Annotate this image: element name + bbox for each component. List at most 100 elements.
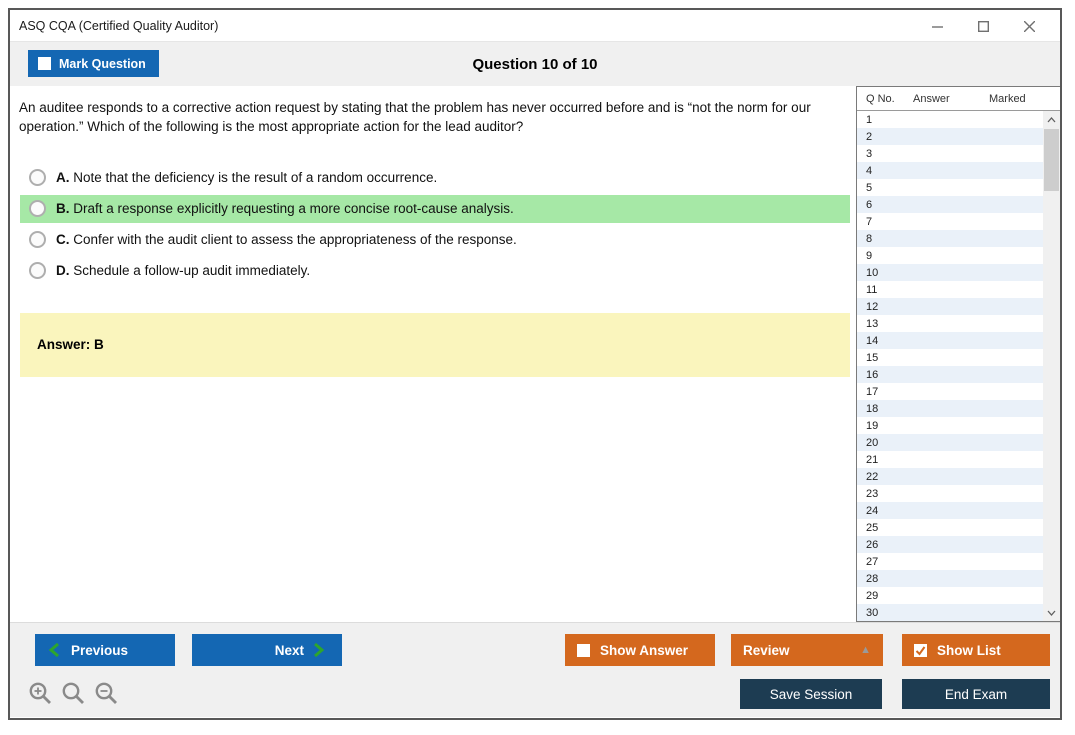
radio-icon[interactable] xyxy=(29,231,46,249)
list-item[interactable]: 19 xyxy=(857,417,1043,434)
q-no-cell: 2 xyxy=(866,130,873,143)
q-no-cell: 11 xyxy=(866,283,878,296)
option-c-label: C. Confer with the audit client to asses… xyxy=(56,232,517,248)
list-item[interactable]: 20 xyxy=(857,434,1043,451)
scrollbar-thumb[interactable] xyxy=(1044,129,1059,191)
q-no-cell: 29 xyxy=(866,589,879,602)
list-item[interactable]: 14 xyxy=(857,332,1043,349)
close-button[interactable] xyxy=(1006,11,1052,41)
list-item[interactable]: 18 xyxy=(857,400,1043,417)
zoom-controls xyxy=(28,681,120,707)
close-icon xyxy=(1023,20,1035,32)
list-item[interactable]: 24 xyxy=(857,502,1043,519)
chevron-left-icon xyxy=(49,642,59,658)
list-item[interactable]: 26 xyxy=(857,536,1043,553)
list-item[interactable]: 11 xyxy=(857,281,1043,298)
list-item[interactable]: 30 xyxy=(857,604,1043,621)
mark-question-checkbox[interactable] xyxy=(38,57,51,70)
show-answer-checkbox[interactable] xyxy=(577,643,590,657)
list-item[interactable]: 5 xyxy=(857,179,1043,196)
list-item[interactable]: 3 xyxy=(857,145,1043,162)
question-counter: Question 10 of 10 xyxy=(472,55,598,73)
window-controls xyxy=(914,10,1052,42)
show-answer-button[interactable]: Show Answer xyxy=(565,634,715,666)
list-item[interactable]: 15 xyxy=(857,349,1043,366)
list-item[interactable]: 23 xyxy=(857,485,1043,502)
question-list-scrollbar[interactable] xyxy=(1043,111,1060,621)
show-answer-label: Show Answer xyxy=(600,642,689,658)
q-no-cell: 22 xyxy=(866,470,879,483)
review-label: Review xyxy=(743,642,790,658)
option-a[interactable]: A. Note that the deficiency is the resul… xyxy=(20,164,850,192)
options-list: A. Note that the deficiency is the resul… xyxy=(10,164,856,285)
q-no-cell: 3 xyxy=(866,147,873,160)
list-item[interactable]: 2 xyxy=(857,128,1043,145)
radio-icon[interactable] xyxy=(29,262,46,280)
q-no-cell: 30 xyxy=(866,606,879,619)
zoom-in-icon[interactable] xyxy=(28,681,54,707)
list-item[interactable]: 7 xyxy=(857,213,1043,230)
q-no-cell: 23 xyxy=(866,487,879,500)
q-no-cell: 12 xyxy=(866,300,879,313)
list-item[interactable]: 17 xyxy=(857,383,1043,400)
option-d[interactable]: D. Schedule a follow-up audit immediatel… xyxy=(20,257,850,285)
list-item[interactable]: 6 xyxy=(857,196,1043,213)
review-dropdown[interactable]: Review ▲ xyxy=(731,634,883,666)
header-strip: Mark Question Question 10 of 10 xyxy=(10,42,1060,86)
title-bar: ASQ CQA (Certified Quality Auditor) xyxy=(10,10,1060,42)
next-label: Next xyxy=(274,642,304,658)
q-no-cell: 9 xyxy=(866,249,873,262)
q-no-cell: 28 xyxy=(866,572,879,585)
list-item[interactable]: 13 xyxy=(857,315,1043,332)
previous-button[interactable]: Previous xyxy=(35,634,175,666)
list-item[interactable]: 29 xyxy=(857,587,1043,604)
option-b[interactable]: B. Draft a response explicitly requestin… xyxy=(20,194,850,223)
previous-label: Previous xyxy=(71,642,129,658)
q-no-cell: 1 xyxy=(866,113,873,126)
question-list-body-wrap: 1 2 3 4 5 6 7 8 9 10 11 12 13 14 15 16 17 18 19 20 21 22 23 24 2… xyxy=(857,111,1060,621)
list-item[interactable]: 12 xyxy=(857,298,1043,315)
next-button[interactable]: Next xyxy=(192,634,342,666)
q-no-cell: 25 xyxy=(866,521,879,534)
scroll-up-button[interactable] xyxy=(1043,111,1060,128)
list-item[interactable]: 10 xyxy=(857,264,1043,281)
option-c[interactable]: C. Confer with the audit client to asses… xyxy=(20,226,850,254)
chevron-up-icon xyxy=(1047,116,1056,122)
zoom-out-icon[interactable] xyxy=(94,681,120,707)
list-item[interactable]: 1 xyxy=(857,111,1043,128)
end-exam-button[interactable]: End Exam xyxy=(902,679,1050,709)
list-item[interactable]: 21 xyxy=(857,451,1043,468)
maximize-button[interactable] xyxy=(960,11,1006,41)
show-list-checkbox[interactable] xyxy=(914,643,927,657)
column-header-marked: Marked xyxy=(989,92,1026,105)
chevron-right-icon xyxy=(314,642,324,658)
q-no-cell: 4 xyxy=(866,164,873,177)
q-no-cell: 18 xyxy=(866,402,879,415)
zoom-reset-icon[interactable] xyxy=(61,681,87,707)
triangle-up-icon: ▲ xyxy=(860,644,871,656)
q-no-cell: 27 xyxy=(866,555,879,568)
list-item[interactable]: 28 xyxy=(857,570,1043,587)
scroll-down-button[interactable] xyxy=(1043,604,1060,621)
show-list-button[interactable]: Show List xyxy=(902,634,1050,666)
question-list-header: Q No. Answer Marked xyxy=(857,87,1060,111)
end-exam-label: End Exam xyxy=(944,686,1008,702)
radio-icon[interactable] xyxy=(29,169,46,187)
list-item[interactable]: 27 xyxy=(857,553,1043,570)
list-item[interactable]: 4 xyxy=(857,162,1043,179)
radio-icon[interactable] xyxy=(29,200,46,218)
list-item[interactable]: 25 xyxy=(857,519,1043,536)
save-session-button[interactable]: Save Session xyxy=(740,679,882,709)
list-item[interactable]: 9 xyxy=(857,247,1043,264)
list-item[interactable]: 22 xyxy=(857,468,1043,485)
q-no-cell: 5 xyxy=(866,181,873,194)
mark-question-button[interactable]: Mark Question xyxy=(28,50,159,77)
minimize-button[interactable] xyxy=(914,11,960,41)
show-list-label: Show List xyxy=(937,642,1001,658)
q-no-cell: 24 xyxy=(866,504,879,517)
q-no-cell: 26 xyxy=(866,538,879,551)
q-no-cell: 17 xyxy=(866,385,879,398)
list-item[interactable]: 16 xyxy=(857,366,1043,383)
q-no-cell: 15 xyxy=(866,351,879,364)
list-item[interactable]: 8 xyxy=(857,230,1043,247)
